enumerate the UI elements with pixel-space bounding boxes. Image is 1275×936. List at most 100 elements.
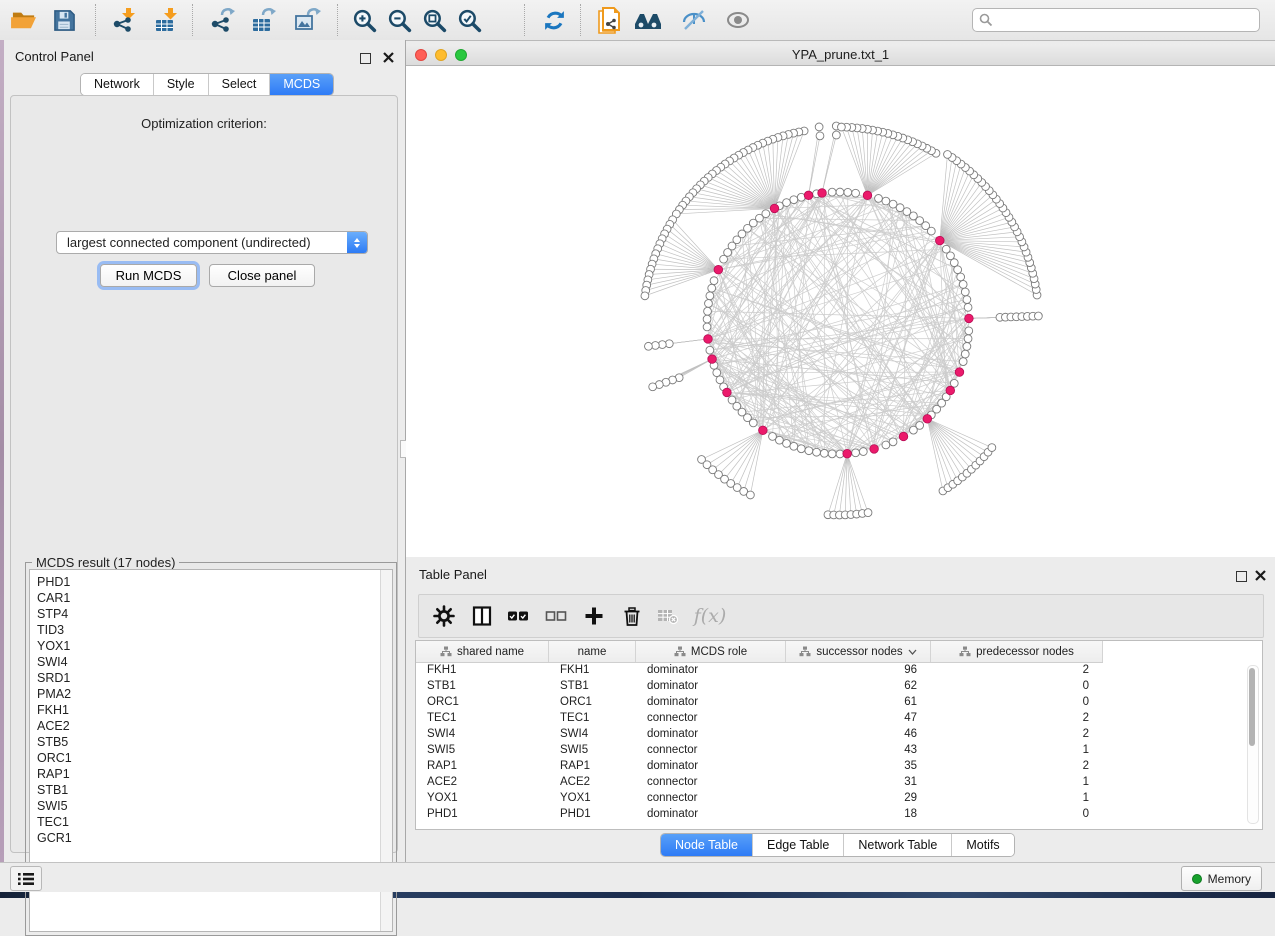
mcds-result-item[interactable]: PMA2 <box>30 686 392 702</box>
tab-edge-table[interactable]: Edge Table <box>753 834 844 856</box>
tab-select[interactable]: Select <box>209 74 271 95</box>
cell-predecessor-nodes: 2 <box>931 664 1103 676</box>
export-table-button[interactable] <box>245 3 281 37</box>
attribute-icon <box>674 646 686 657</box>
save-session-button[interactable] <box>46 3 82 37</box>
cell-mcds-role: dominator <box>636 808 786 820</box>
table-scrollbar-thumb[interactable] <box>1249 668 1255 746</box>
mcds-result-item[interactable]: FKH1 <box>30 702 392 718</box>
open-session-button[interactable] <box>6 3 42 37</box>
zoom-fit-button[interactable] <box>416 3 452 37</box>
zoom-selected-button[interactable] <box>451 3 487 37</box>
cell-name: TEC1 <box>549 712 636 724</box>
table-row[interactable]: ACE2ACE2connector311 <box>416 774 1248 790</box>
tab-node-table[interactable]: Node Table <box>661 834 753 856</box>
column-header-name[interactable]: name <box>549 641 636 662</box>
cell-shared-name: SWI4 <box>416 728 549 740</box>
column-header-MCDS-role[interactable]: MCDS role <box>636 641 786 662</box>
mcds-result-item[interactable]: ACE2 <box>30 718 392 734</box>
table-row[interactable]: ORC1ORC1dominator610 <box>416 694 1248 710</box>
mcds-result-item[interactable]: GCR1 <box>30 830 392 846</box>
cell-predecessor-nodes: 2 <box>931 760 1103 772</box>
mcds-result-item[interactable]: STB5 <box>30 734 392 750</box>
sort-descending-icon <box>908 649 917 655</box>
cell-successor-nodes: 29 <box>786 792 931 804</box>
cell-shared-name: PHD1 <box>416 808 549 820</box>
tab-style[interactable]: Style <box>154 74 209 95</box>
import-network-button[interactable] <box>106 3 142 37</box>
network-from-document-button[interactable] <box>590 3 626 37</box>
search-input[interactable] <box>993 12 1253 28</box>
show-column-panel-button[interactable] <box>466 600 498 632</box>
search-icon <box>979 13 993 27</box>
cell-name: RAP1 <box>549 760 636 772</box>
table-row[interactable]: SWI4SWI4dominator462 <box>416 726 1248 742</box>
unselect-all-button[interactable] <box>540 600 572 632</box>
select-all-icon <box>507 609 529 623</box>
export-network-button[interactable] <box>204 3 240 37</box>
cell-name: ORC1 <box>549 696 636 708</box>
export-image-button[interactable] <box>289 3 325 37</box>
table-row[interactable]: FKH1FKH1dominator962 <box>416 662 1248 678</box>
network-window-titlebar[interactable]: YPA_prune.txt_1 <box>406 44 1275 66</box>
table-row[interactable]: STB1STB1dominator620 <box>416 678 1248 694</box>
table-row[interactable]: YOX1YOX1connector291 <box>416 790 1248 806</box>
mcds-result-item[interactable]: STP4 <box>30 606 392 622</box>
table-row[interactable]: SWI5SWI5connector431 <box>416 742 1248 758</box>
show-task-history-button[interactable] <box>10 866 42 891</box>
table-row[interactable]: PHD1PHD1dominator180 <box>416 806 1248 822</box>
cell-mcds-role: dominator <box>636 696 786 708</box>
mcds-result-item[interactable]: TEC1 <box>30 814 392 830</box>
gear-icon <box>433 605 455 627</box>
zoom-in-button[interactable] <box>346 3 382 37</box>
column-header-shared-name[interactable]: shared name <box>416 641 549 662</box>
delete-column-button[interactable] <box>616 600 648 632</box>
cell-mcds-role: connector <box>636 792 786 804</box>
select-all-button[interactable] <box>502 600 534 632</box>
close-panel-button[interactable]: Close panel <box>209 264 315 287</box>
toolbar-search[interactable] <box>972 8 1260 32</box>
table-panel-float-button[interactable] <box>1236 569 1247 587</box>
tab-mcds[interactable]: MCDS <box>270 74 333 95</box>
table-header-row: shared namenameMCDS rolesuccessor nodesp… <box>416 641 1103 663</box>
mcds-result-item[interactable]: STB1 <box>30 782 392 798</box>
table-row[interactable]: RAP1RAP1dominator352 <box>416 758 1248 774</box>
control-panel-float-button[interactable] <box>360 51 371 69</box>
refresh-button[interactable] <box>536 3 572 37</box>
run-mcds-button[interactable]: Run MCDS <box>100 264 197 287</box>
mcds-result-item[interactable]: SWI5 <box>30 798 392 814</box>
show-panels-button[interactable] <box>720 3 756 37</box>
zoom-out-button[interactable] <box>381 3 417 37</box>
control-panel-close-button[interactable] <box>383 50 394 68</box>
network-canvas[interactable] <box>406 66 1275 557</box>
table-row[interactable]: TEC1TEC1connector472 <box>416 710 1248 726</box>
tab-motifs[interactable]: Motifs <box>952 834 1013 856</box>
mcds-result-item[interactable]: CAR1 <box>30 590 392 606</box>
create-column-button[interactable] <box>578 600 610 632</box>
mcds-result-item[interactable]: TID3 <box>30 622 392 638</box>
mcds-result-item[interactable]: ORC1 <box>30 750 392 766</box>
hide-panels-button[interactable] <box>676 3 712 37</box>
optimization-criterion-dropdown[interactable]: largest connected component (undirected) <box>56 231 368 254</box>
zoom-out-icon <box>387 8 412 33</box>
cell-successor-nodes: 18 <box>786 808 931 820</box>
search-network-button[interactable] <box>630 3 666 37</box>
column-header-predecessor-nodes[interactable]: predecessor nodes <box>931 641 1103 662</box>
table-scrollbar[interactable] <box>1247 665 1259 824</box>
table-settings-button[interactable] <box>428 600 460 632</box>
tab-network[interactable]: Network <box>81 74 154 95</box>
import-table-button[interactable] <box>148 3 184 37</box>
column-header-successor-nodes[interactable]: successor nodes <box>786 641 931 662</box>
memory-status-icon <box>1192 874 1202 884</box>
mcds-result-item[interactable]: YOX1 <box>30 638 392 654</box>
memory-button[interactable]: Memory <box>1181 866 1262 891</box>
tab-network-table[interactable]: Network Table <box>844 834 952 856</box>
table-panel-close-button[interactable] <box>1255 568 1266 586</box>
mcds-result-item[interactable]: RAP1 <box>30 766 392 782</box>
mcds-result-item[interactable]: SWI4 <box>30 654 392 670</box>
table-body: FKH1FKH1dominator962STB1STB1dominator620… <box>416 662 1248 822</box>
mcds-result-item[interactable]: SRD1 <box>30 670 392 686</box>
mcds-result-item[interactable]: PHD1 <box>30 574 392 590</box>
control-panel-tabs: NetworkStyleSelectMCDS <box>80 73 334 96</box>
open-folder-icon <box>10 8 38 32</box>
